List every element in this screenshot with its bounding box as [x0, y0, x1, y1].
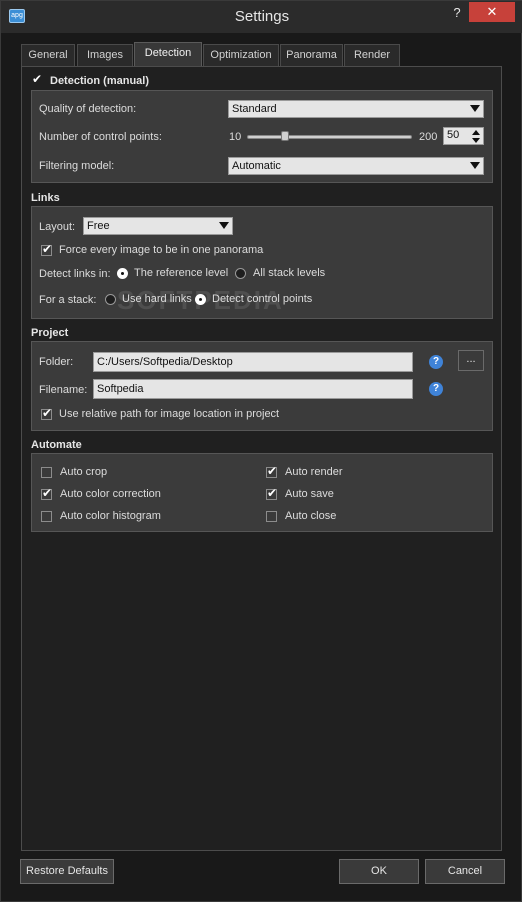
reference-level-label: The reference level: [134, 267, 229, 279]
tab-optimization[interactable]: Optimization: [203, 44, 279, 66]
control-points-value: 50: [447, 129, 460, 141]
slider-max-label: 200: [419, 131, 438, 143]
tab-detection[interactable]: Detection: [134, 42, 202, 66]
browse-folder-button[interactable]: ...: [458, 350, 484, 371]
auto-color-correction-checkbox[interactable]: [41, 486, 52, 500]
auto-render-checkbox[interactable]: [266, 464, 277, 478]
relative-path-label: Use relative path for image location in …: [59, 408, 280, 420]
auto-color-histogram-label: Auto color histogram: [60, 510, 161, 522]
auto-crop-label: Auto crop: [60, 466, 108, 478]
project-section-title: Project: [31, 327, 69, 339]
window-title: Settings: [234, 8, 290, 25]
filtering-select[interactable]: Automatic: [228, 157, 484, 175]
filename-input[interactable]: Softpedia: [93, 379, 413, 399]
settings-window: apg Settings ? ✕ General Images Detectio…: [0, 0, 522, 902]
auto-close-label: Auto close: [285, 510, 337, 522]
auto-close-checkbox[interactable]: [266, 511, 277, 522]
filename-label: Filename:: [39, 384, 88, 396]
force-one-panorama-checkbox[interactable]: [41, 242, 52, 256]
softpedia-watermark: SOFTPEDIA: [117, 285, 284, 315]
chevron-down-icon: [219, 222, 229, 229]
tab-panorama[interactable]: Panorama: [280, 44, 343, 66]
title-bar[interactable]: apg Settings ? ✕: [1, 1, 522, 33]
detection-section-title: Detection (manual): [50, 75, 150, 87]
spin-down-icon[interactable]: [472, 138, 480, 143]
auto-color-histogram-checkbox[interactable]: [41, 511, 52, 522]
cancel-button[interactable]: Cancel: [425, 859, 505, 884]
relative-path-checkbox[interactable]: [41, 406, 52, 420]
auto-render-label: Auto render: [285, 466, 343, 478]
filtering-value: Automatic: [232, 160, 281, 172]
auto-save-checkbox[interactable]: [266, 486, 277, 500]
detect-links-label: Detect links in:: [39, 268, 111, 280]
automate-section-title: Automate: [31, 439, 82, 451]
all-stack-levels-label: All stack levels: [253, 267, 326, 279]
control-points-spinbox[interactable]: 50: [443, 127, 484, 145]
close-button[interactable]: ✕: [469, 2, 515, 22]
folder-input[interactable]: C:/Users/Softpedia/Desktop: [93, 352, 413, 372]
detection-manual-checkbox[interactable]: [32, 72, 43, 87]
force-one-panorama-label: Force every image to be in one panorama: [59, 244, 264, 256]
control-points-slider-thumb[interactable]: [281, 131, 289, 141]
quality-label: Quality of detection:: [39, 103, 137, 115]
chevron-down-icon: [470, 162, 480, 169]
spin-up-icon[interactable]: [472, 130, 480, 135]
tab-render[interactable]: Render: [344, 44, 400, 66]
auto-crop-checkbox[interactable]: [41, 467, 52, 478]
reference-level-radio[interactable]: [117, 268, 128, 279]
detection-group: Quality of detection: Standard Number of…: [31, 90, 493, 183]
filtering-label: Filtering model:: [39, 160, 115, 172]
quality-select[interactable]: Standard: [228, 100, 484, 118]
control-points-label: Number of control points:: [39, 131, 162, 143]
help-button[interactable]: ?: [447, 3, 467, 23]
for-a-stack-label: For a stack:: [39, 294, 97, 306]
layout-select[interactable]: Free: [83, 217, 233, 235]
auto-color-correction-label: Auto color correction: [60, 488, 161, 500]
tab-images[interactable]: Images: [77, 44, 133, 66]
slider-min-label: 10: [229, 131, 242, 143]
automate-group: Auto crop Auto render Auto color correct…: [31, 453, 493, 532]
tab-general[interactable]: General: [21, 44, 75, 66]
control-points-slider-track[interactable]: [247, 135, 412, 139]
restore-defaults-button[interactable]: Restore Defaults: [20, 859, 114, 884]
auto-save-label: Auto save: [285, 488, 334, 500]
layout-value: Free: [87, 220, 110, 232]
folder-label: Folder:: [39, 356, 74, 368]
all-stack-levels-radio[interactable]: [235, 268, 246, 279]
chevron-down-icon: [470, 105, 480, 112]
ok-button[interactable]: OK: [339, 859, 419, 884]
hard-links-radio[interactable]: [105, 294, 116, 305]
folder-help-icon[interactable]: ?: [429, 355, 443, 369]
filename-help-icon[interactable]: ?: [429, 382, 443, 396]
links-section-title: Links: [31, 192, 60, 204]
layout-label: Layout:: [39, 221, 76, 233]
project-group: Folder: C:/Users/Softpedia/Desktop ? ...…: [31, 341, 493, 431]
quality-value: Standard: [232, 103, 277, 115]
